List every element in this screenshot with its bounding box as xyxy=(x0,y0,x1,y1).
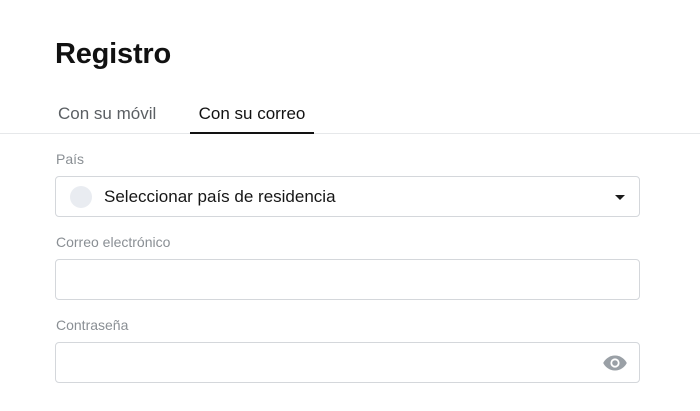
email-field-container xyxy=(55,259,640,300)
tab-mobile[interactable]: Con su móvil xyxy=(58,95,156,132)
country-select[interactable]: Seleccionar país de residencia xyxy=(55,176,640,217)
password-label: Contraseña xyxy=(56,317,129,333)
toggle-password-visibility-button[interactable] xyxy=(601,351,629,375)
eye-icon xyxy=(603,355,627,371)
email-field[interactable] xyxy=(56,260,639,299)
password-field-container xyxy=(55,342,640,383)
page-title: Registro xyxy=(55,38,172,70)
email-label: Correo electrónico xyxy=(56,234,171,250)
country-flag-icon xyxy=(70,186,92,208)
chevron-down-icon xyxy=(615,195,625,200)
tab-email[interactable]: Con su correo xyxy=(190,95,314,134)
signup-method-tabs: Con su móvil Con su correo xyxy=(0,95,700,134)
country-label: País xyxy=(56,151,85,167)
country-select-value: Seleccionar país de residencia xyxy=(104,187,336,206)
password-field[interactable] xyxy=(56,343,639,382)
